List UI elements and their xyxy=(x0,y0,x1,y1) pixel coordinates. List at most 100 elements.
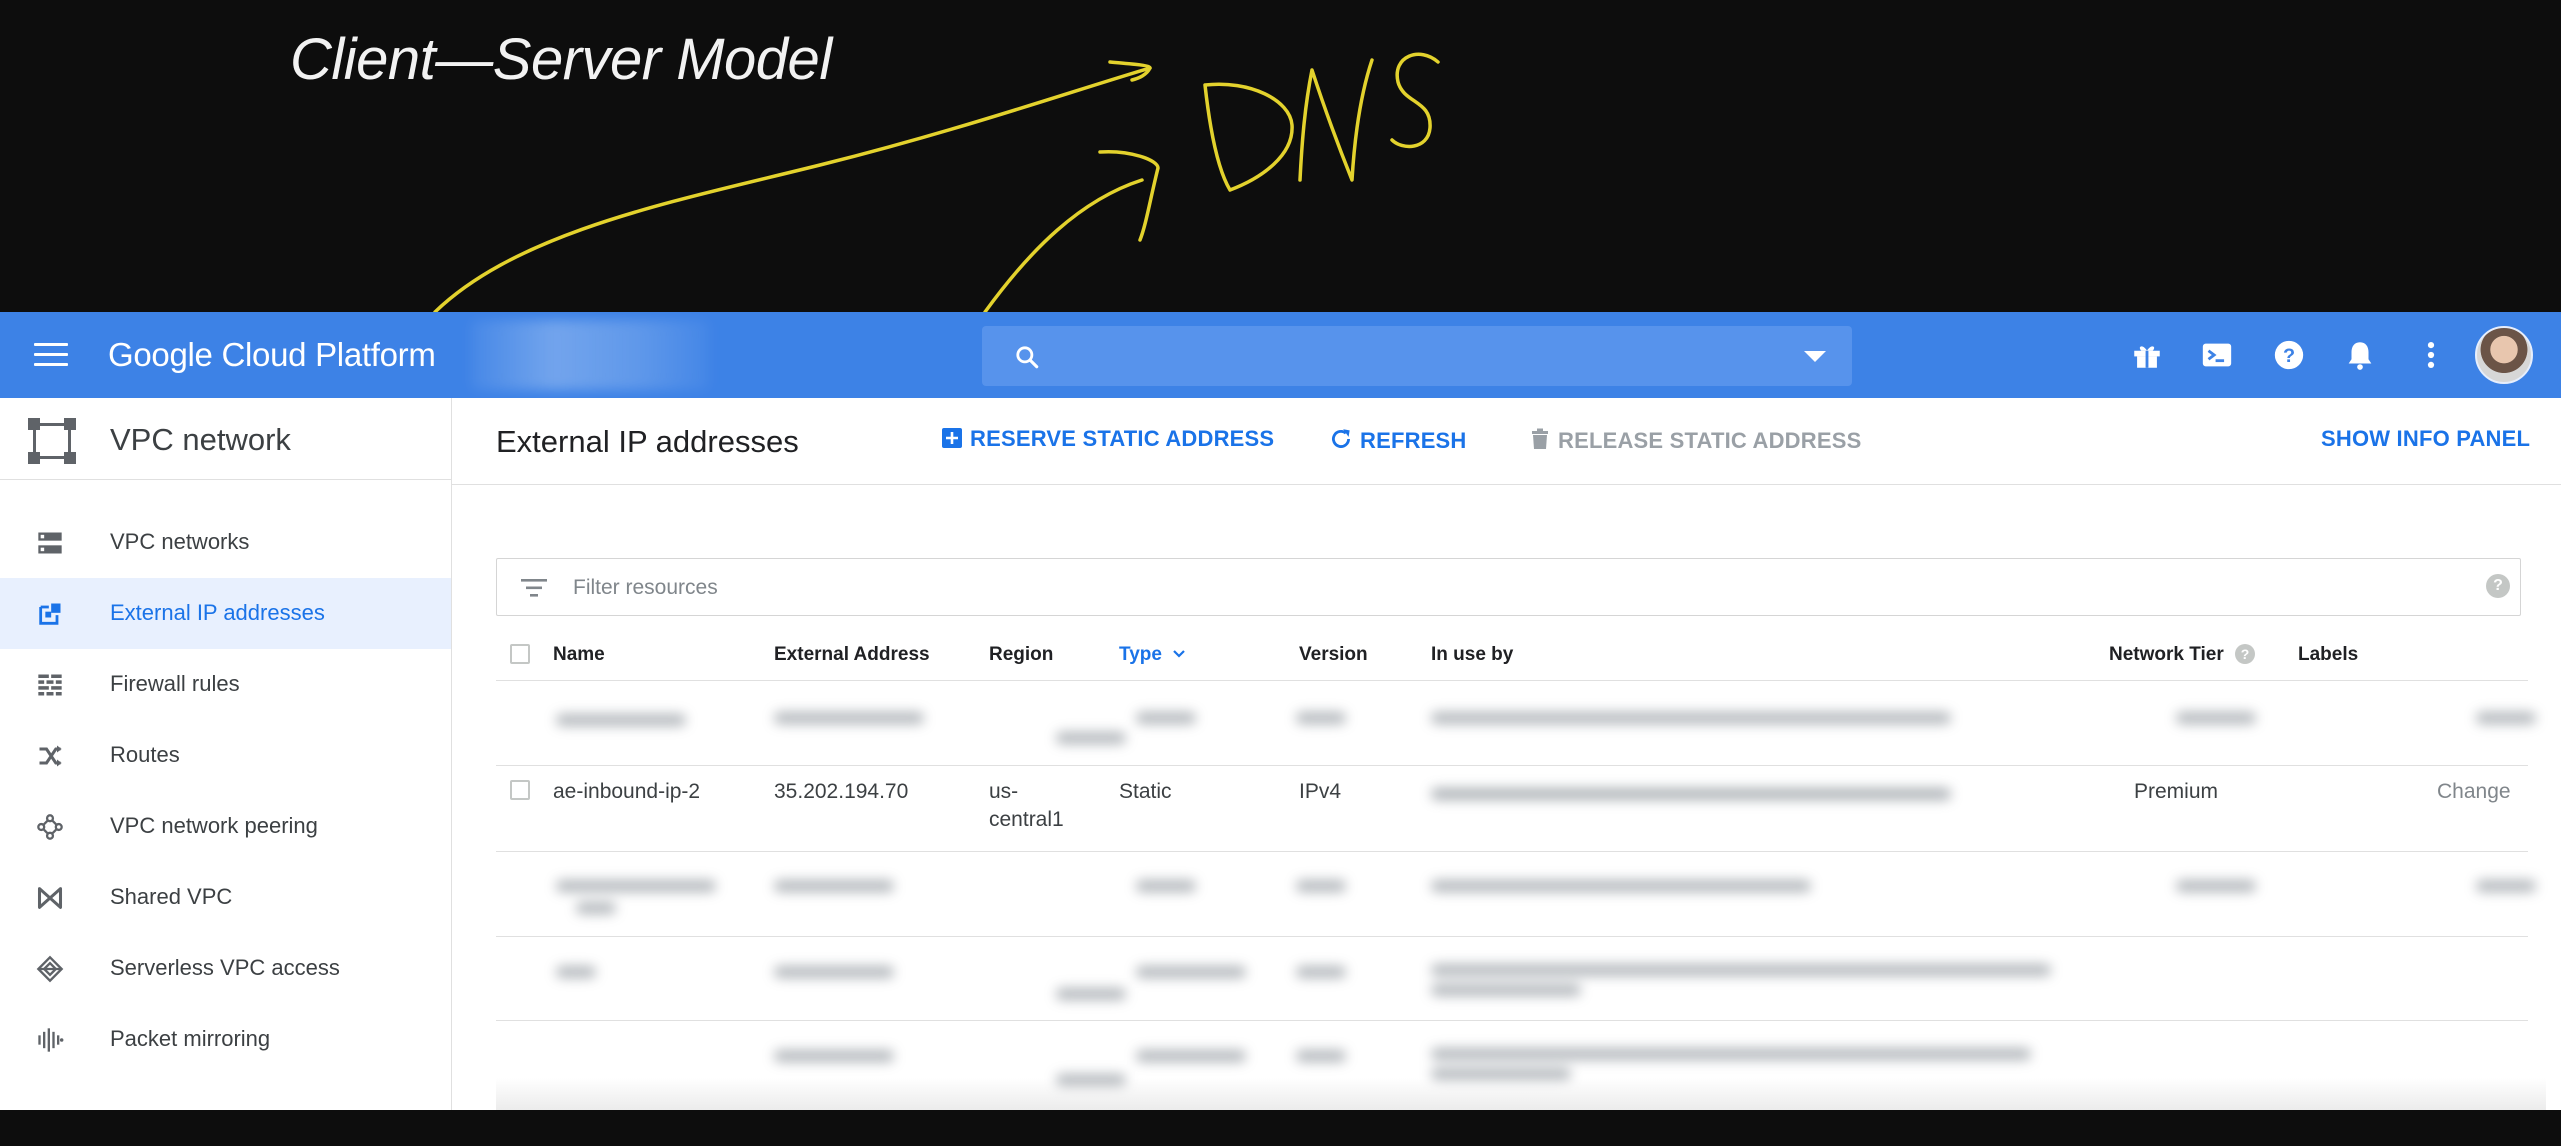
lecture-board: Client—Server Model xyxy=(0,0,2561,312)
cell-network-tier: Premium xyxy=(2134,780,2219,803)
vpc-network-logo-icon xyxy=(28,418,76,464)
routes-icon xyxy=(39,745,62,767)
row-divider xyxy=(496,765,2528,766)
select-all-checkbox[interactable] xyxy=(510,644,530,664)
sidebar-item-packet-mirroring[interactable]: Packet mirroring xyxy=(0,1004,451,1075)
packet-mirroring-icon xyxy=(38,1028,64,1052)
cell-type: Static xyxy=(1119,780,1172,803)
sidebar-item-label: VPC network peering xyxy=(110,813,318,838)
cell-external-address: 35.202.194.70 xyxy=(774,780,909,803)
table-row-redacted xyxy=(496,948,2536,1018)
sidebar-item-label: External IP addresses xyxy=(110,600,325,625)
column-header-in-use-by[interactable]: In use by xyxy=(1431,644,1513,666)
refresh-icon xyxy=(1332,429,1350,448)
cell-in-use-by-redacted xyxy=(1427,778,1987,808)
refresh-label: REFRESH xyxy=(1360,428,1467,453)
main-content: External IP addresses RESERVE STATIC ADD… xyxy=(452,398,2561,1110)
handwritten-annotation xyxy=(433,52,1440,312)
sidebar-header: VPC network xyxy=(0,398,451,480)
more-vert-icon[interactable] xyxy=(2414,338,2448,372)
filter-input[interactable]: Filter resources xyxy=(496,558,2521,616)
project-selector[interactable] xyxy=(470,320,710,390)
sidebar-item-vpc-network-peering[interactable]: VPC network peering xyxy=(0,791,451,862)
ink-short-arrow xyxy=(983,178,1144,312)
gift-icon[interactable] xyxy=(2130,338,2164,372)
sidebar-item-external-ip-addresses[interactable]: External IP addresses xyxy=(0,578,451,649)
top-app-bar: Google Cloud Platform ? xyxy=(0,312,2561,398)
column-header-type[interactable]: Type xyxy=(1119,644,1187,666)
terminal-icon[interactable] xyxy=(2200,338,2234,372)
sort-descending-icon xyxy=(1173,650,1185,658)
cell-name: ae-inbound-ip-2 xyxy=(553,780,701,803)
row-divider xyxy=(496,936,2528,937)
add-box-icon xyxy=(942,428,962,448)
vpc-networks-icon xyxy=(38,532,62,554)
search-input[interactable] xyxy=(982,326,1852,386)
firewall-icon xyxy=(38,674,62,696)
table-row-redacted xyxy=(496,694,2536,764)
reserve-static-address-button[interactable]: RESERVE STATIC ADDRESS xyxy=(940,426,1274,452)
sidebar-item-label: Serverless VPC access xyxy=(110,955,340,980)
sidebar-item-label: VPC networks xyxy=(110,529,250,554)
network-tier-help-icon[interactable]: ? xyxy=(2235,644,2256,664)
header-divider xyxy=(496,680,2528,681)
sidebar-item-label: Routes xyxy=(110,742,180,767)
sidebar-item-vpc-networks[interactable]: VPC networks xyxy=(0,507,451,578)
cell-region-line-2: central1 xyxy=(989,808,1064,831)
cloud-console-window: Google Cloud Platform ? VPC network VPC … xyxy=(0,312,2561,1110)
row-divider xyxy=(496,851,2528,852)
release-static-address-button[interactable]: RELEASE STATIC ADDRESS xyxy=(1528,426,1861,454)
ink-letter-n xyxy=(1298,58,1374,182)
table-row-redacted xyxy=(496,864,2536,934)
trash-icon xyxy=(1532,428,1548,449)
search-dropdown-icon[interactable] xyxy=(1804,351,1826,362)
ink-letter-d xyxy=(1203,82,1294,192)
hamburger-menu-icon[interactable] xyxy=(34,343,68,367)
serverless-icon xyxy=(36,955,64,983)
sidebar-item-routes[interactable]: Routes xyxy=(0,720,451,791)
sidebar-title: VPC network xyxy=(110,422,291,457)
bell-icon[interactable] xyxy=(2343,338,2377,372)
ink-long-arrow xyxy=(433,66,1152,312)
sidebar-item-shared-vpc[interactable]: Shared VPC xyxy=(0,862,451,933)
column-header-version[interactable]: Version xyxy=(1299,644,1368,666)
brand-title: Google Cloud Platform xyxy=(108,336,436,373)
filter-placeholder: Filter resources xyxy=(573,576,718,599)
column-header-type-label: Type xyxy=(1119,644,1162,665)
change-labels-link[interactable]: Change xyxy=(2437,780,2511,804)
refresh-button[interactable]: REFRESH xyxy=(1328,426,1467,454)
external-ip-icon xyxy=(39,603,61,625)
filter-help-icon[interactable]: ? xyxy=(2486,574,2510,598)
cell-version: IPv4 xyxy=(1299,780,1342,803)
filter-icon xyxy=(521,579,547,597)
sidebar-item-firewall-rules[interactable]: Firewall rules xyxy=(0,649,451,720)
column-header-name[interactable]: Name xyxy=(553,644,605,666)
row-checkbox[interactable] xyxy=(510,780,530,800)
content-toolbar: External IP addresses RESERVE STATIC ADD… xyxy=(452,398,2561,485)
row-divider xyxy=(496,1020,2528,1021)
column-header-region[interactable]: Region xyxy=(989,644,1053,666)
reserve-static-address-label: RESERVE STATIC ADDRESS xyxy=(970,426,1275,451)
ink-letter-s xyxy=(1390,52,1440,149)
column-header-external-address[interactable]: External Address xyxy=(774,644,930,666)
svg-text:?: ? xyxy=(2283,345,2295,367)
cell-region-line-1: us- xyxy=(989,780,1019,803)
page-title: External IP addresses xyxy=(496,424,799,459)
release-static-address-label: RELEASE STATIC ADDRESS xyxy=(1558,428,1862,453)
sidebar-item-label: Packet mirroring xyxy=(110,1026,271,1051)
sidebar-item-serverless-vpc-access[interactable]: Serverless VPC access xyxy=(0,933,451,1004)
scroll-fade xyxy=(496,1078,2546,1110)
column-header-network-tier[interactable]: Network Tier ? xyxy=(2109,644,2256,666)
sidebar: VPC network VPC networks External IP add… xyxy=(0,398,452,1110)
peering-icon xyxy=(37,814,63,840)
help-icon[interactable]: ? xyxy=(2272,338,2306,372)
bottom-letterbox xyxy=(0,1110,2561,1146)
search-icon xyxy=(1016,346,1039,369)
avatar[interactable] xyxy=(2475,326,2533,384)
sidebar-item-label: Firewall rules xyxy=(110,671,240,696)
show-info-panel-button[interactable]: SHOW INFO PANEL xyxy=(2321,426,2530,452)
sidebar-item-label: Shared VPC xyxy=(110,884,233,909)
shared-vpc-icon xyxy=(37,887,63,909)
column-header-labels[interactable]: Labels xyxy=(2298,644,2358,666)
column-header-network-tier-label: Network Tier xyxy=(2109,644,2224,665)
